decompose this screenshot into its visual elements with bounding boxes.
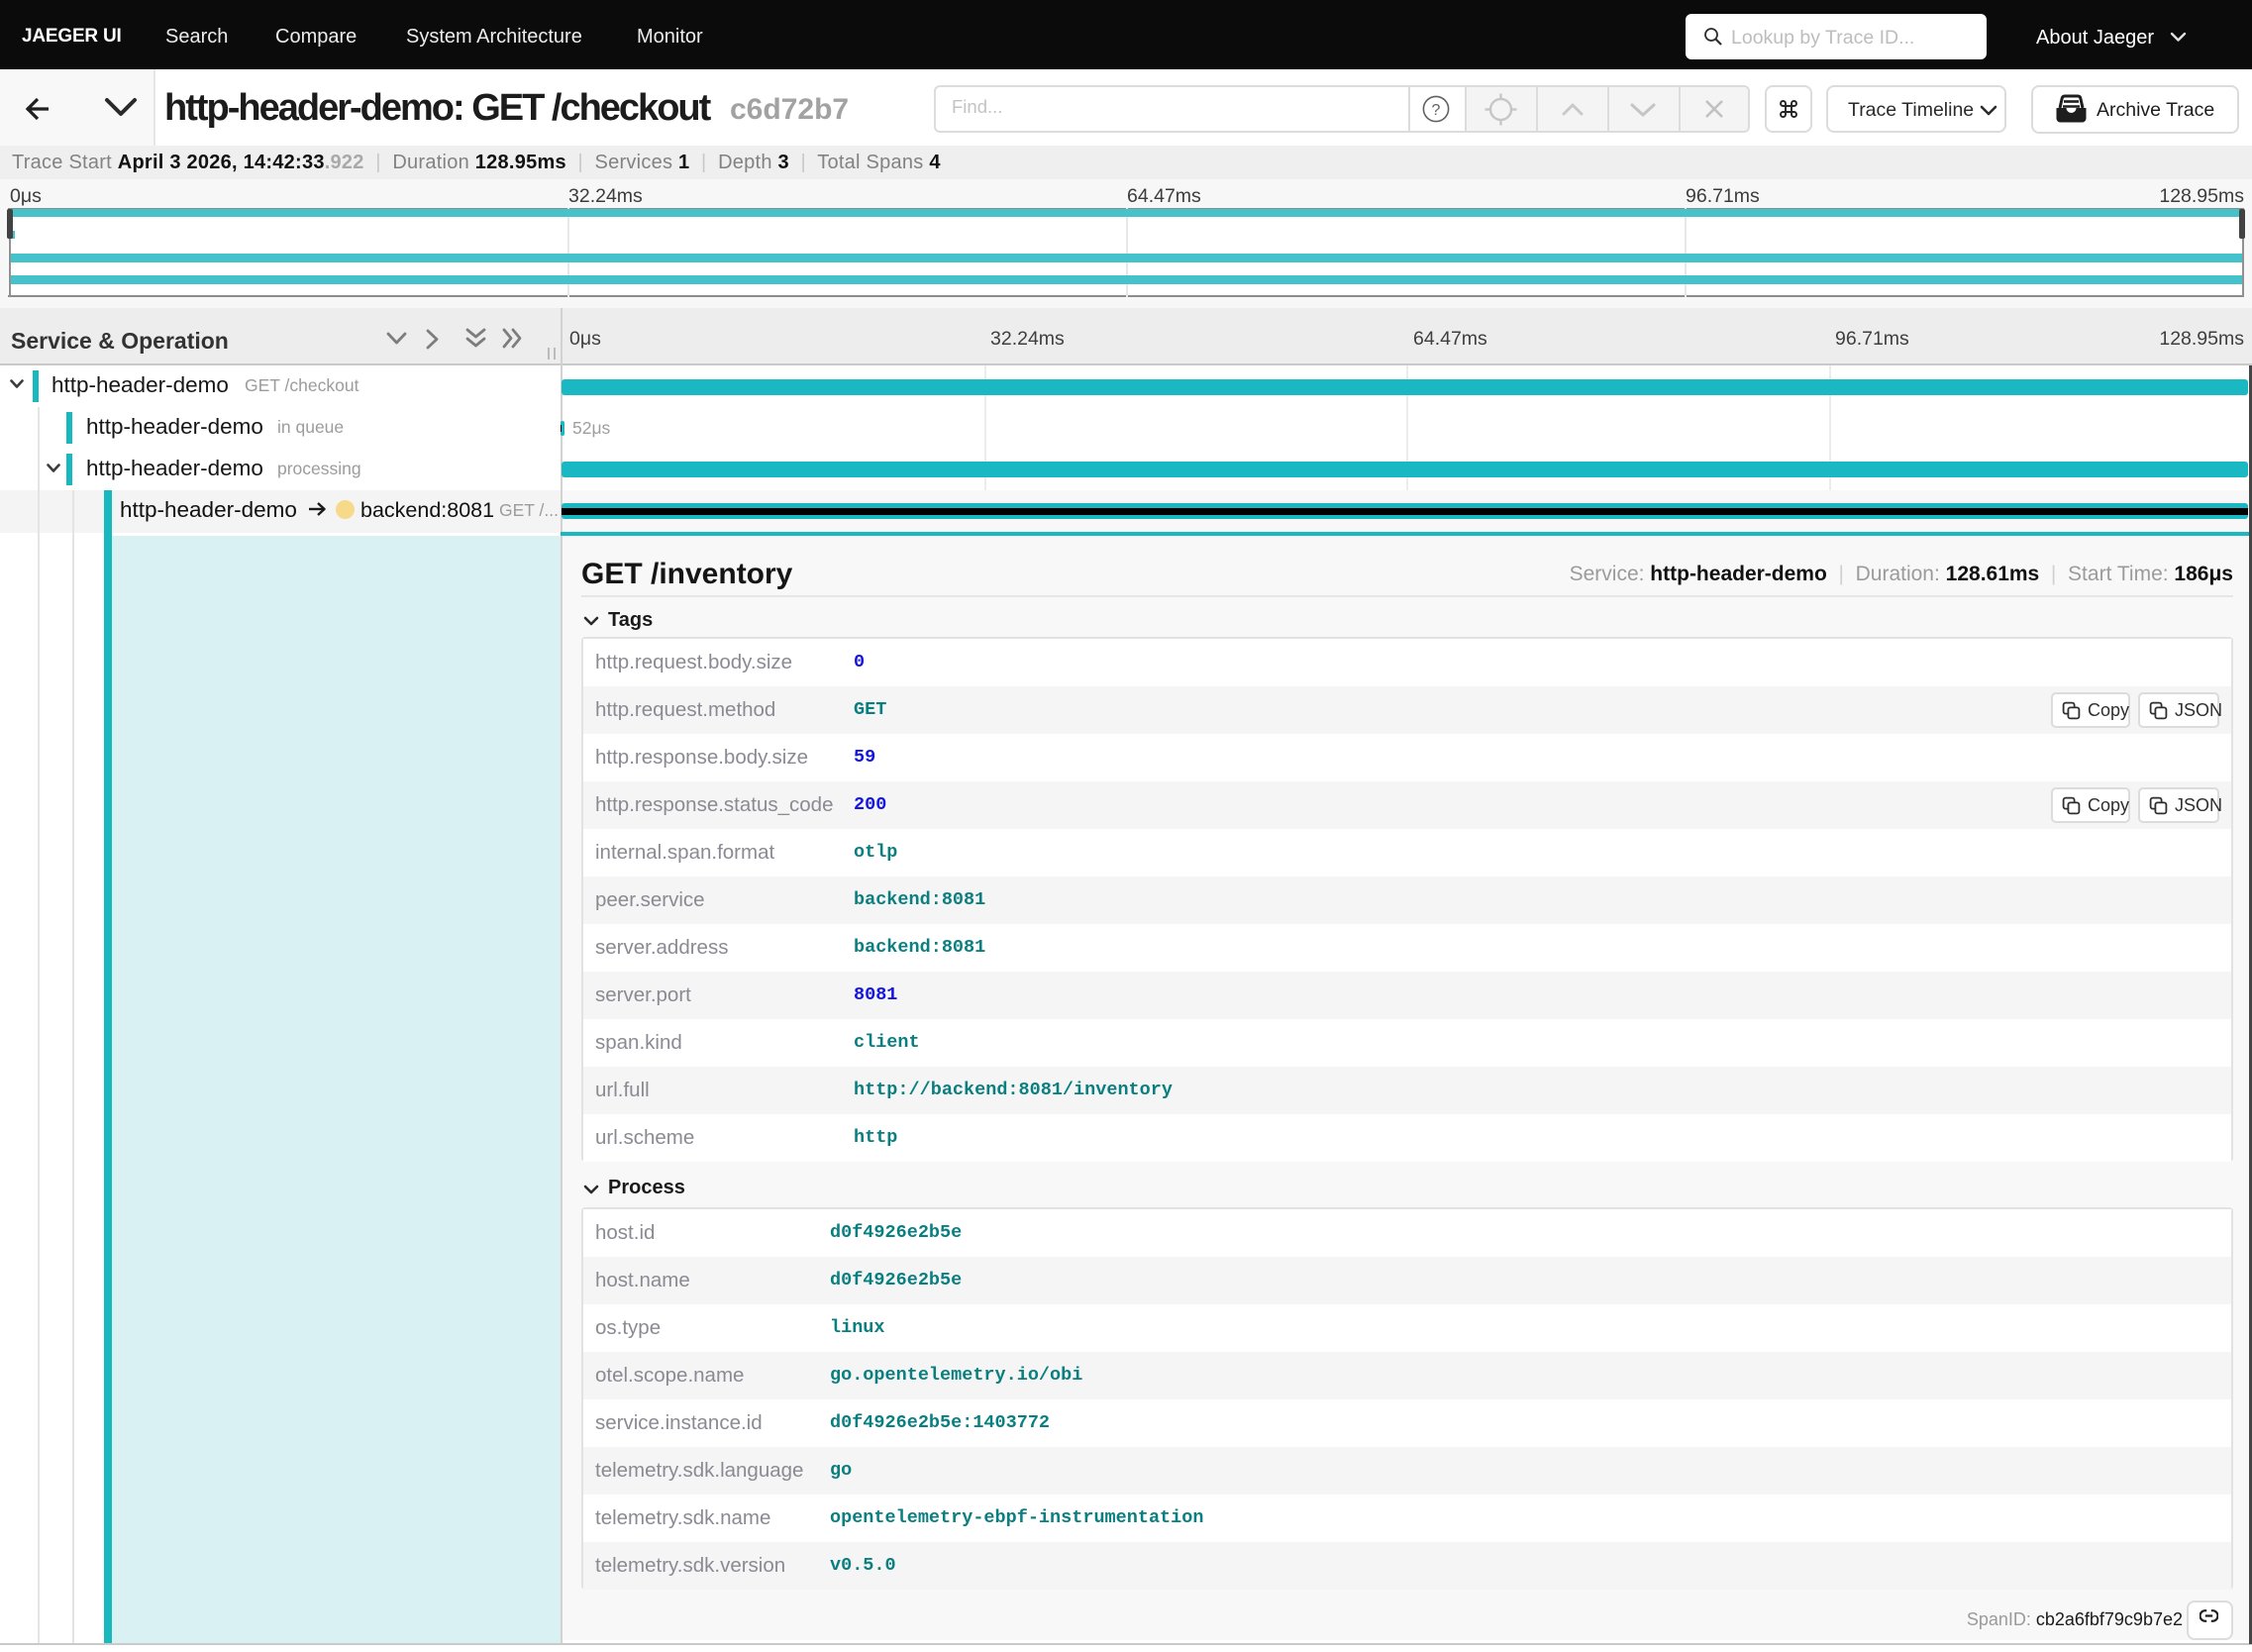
svg-text:?: ? — [1432, 102, 1441, 119]
